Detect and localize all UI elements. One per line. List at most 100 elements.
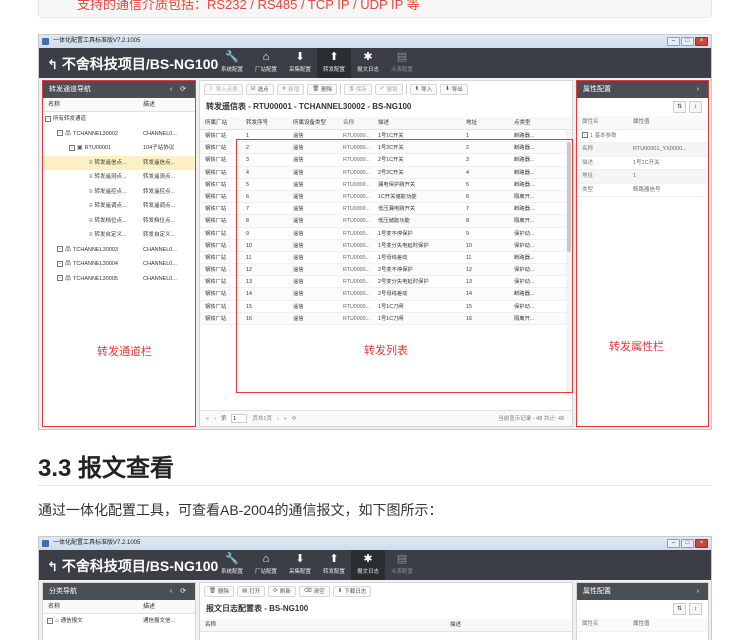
table-row[interactable]: 钢铁厂站 10 遥信 RTU0000... 1号变分失电延时保护 10 保护动... [200,239,572,252]
tree-row[interactable]: - ⌂ 通信报文 通信报文信... [43,614,195,629]
table-row[interactable]: 钢铁厂站 3 遥信 RTU0000... 2号1C开关 3 断路器... [200,154,572,167]
project-title[interactable]: ↰ 不舍科技项目/BS-NG100 [47,54,218,74]
collapse-icon[interactable]: - [69,144,75,151]
column-header[interactable]: 所属厂站 [200,117,241,129]
tree-row[interactable]: ≡ 转发自定义... 转发自定义... [43,228,195,243]
column-header[interactable]: 名称 [200,619,450,631]
tab-collect-config[interactable]: ⬇ 采集配置 [283,48,317,78]
tree-row[interactable]: - 品 TCHANNEL30002 CHANNEL0... [43,127,195,142]
sort-category-icon[interactable]: ⇅ [673,101,686,113]
sort-category-icon[interactable]: ⇅ [673,603,686,615]
table-row[interactable]: 钢铁厂站 8 遥信 RTU0000... 低压储能功能 8 隔离开... [200,215,572,228]
property-group[interactable]: -1 基本参数 [577,130,708,143]
column-header[interactable]: 描述 [450,619,572,631]
property-value[interactable]: 断路器信号 [633,184,708,197]
toolbar-button[interactable]: ▤ 打开 [237,585,266,597]
tab-message-log[interactable]: ✱ 报文日志 [351,48,385,78]
toolbar-button[interactable]: ⇩ 导入点表 [204,83,243,95]
column-header-desc[interactable]: 描述 [143,600,195,613]
close-button[interactable]: × [695,37,708,46]
column-header[interactable]: 所属设备类型 [288,117,340,129]
column-header[interactable]: 描述 [375,117,463,129]
collapse-refresh-icons[interactable]: ‹ ⟳ [170,583,189,600]
toolbar-button[interactable]: ↶ 撤销 [374,83,403,95]
tree-row[interactable]: - ▣ RTU00001 104子站协议 [43,141,195,156]
next-page-button[interactable]: › [277,411,279,426]
collapse-icon[interactable]: - [57,130,63,137]
tree-row[interactable]: - 所有转发通道 [43,112,195,127]
tree-row[interactable]: ≡ 转发遥信点... 转发遥信点... [43,155,195,170]
table-row[interactable]: 钢铁厂站 11 遥信 RTU0000... 1号母线差动 11 断路器... [200,252,572,265]
column-header[interactable]: 转发序号 [241,117,288,129]
collapse-icon[interactable]: - [57,260,63,267]
tab-station-config[interactable]: ⌂ 厂站配置 [249,550,283,580]
table-row[interactable]: 钢铁厂站 6 遥信 RTU0000... 1C开关储能功能 6 隔离开... [200,190,572,204]
tab-point-config[interactable]: ▤ 点表配置 [385,550,419,580]
property-row[interactable]: 名称 RTU00001_YX0000... [577,143,708,157]
maximize-button[interactable]: □ [681,37,694,46]
toolbar-button[interactable]: ⬇ 下载日志 [332,585,372,597]
table-row[interactable]: 钢铁厂站 13 遥信 RTU0000... 2号变分失电延时保护 13 保护动... [200,276,572,289]
table-row[interactable]: 钢铁厂站 4 遥信 RTU0000... 2号2C开关 4 断路器... [200,166,572,179]
tree-row[interactable]: ≡ 转发档位点... 转发档位点... [43,214,195,229]
property-value[interactable]: RTU00001_YX0000... [633,143,708,156]
grid-scrollbar[interactable] [566,130,572,395]
tree-row[interactable]: - 品 TCHANNEL30005 CHANNEL0... [43,272,195,287]
toolbar-button[interactable]: ⬇ 导出 [440,83,468,95]
close-button[interactable]: × [695,539,708,548]
tab-point-config[interactable]: ▤ 点表配置 [385,48,419,78]
tab-station-config[interactable]: ⌂ 厂站配置 [249,48,283,78]
toolbar-button[interactable]: ⬆ 导入 [409,83,438,95]
column-header[interactable]: 名称 [340,117,375,129]
toolbar-button[interactable]: ✚ 新增 [276,83,305,95]
table-row[interactable]: 钢铁厂站 15 遥信 RTU0000... 1号1C刀闸 15 保护动... [200,301,572,313]
tree-row[interactable]: ≡ 转发遥测点... 转发遥测点... [43,170,195,185]
tab-forward-config[interactable]: ⬆ 转发配置 [317,550,351,580]
property-row[interactable]: 地址 1 [577,170,708,184]
table-row[interactable]: 钢铁厂站 12 遥信 RTU0000... 2号变不停保护 12 保护动... [200,264,572,277]
minimize-button[interactable]: – [667,37,680,46]
toolbar-button[interactable]: ⌫ 清空 [298,585,330,597]
tab-system-config[interactable]: 🔧 系统配置 [215,550,249,580]
sort-alpha-icon[interactable]: ↕ [689,101,702,113]
tree-row[interactable]: - 品 TCHANNEL30003 CHANNEL0... [43,243,195,258]
tree-row[interactable]: ≡ 转发遥调点... 转发遥调点... [43,199,195,214]
minimize-button[interactable]: – [667,539,680,548]
project-title[interactable]: ↰ 不舍科技项目/BS-NG100 [47,556,218,576]
maximize-button[interactable]: □ [681,539,694,548]
collapse-icon[interactable]: - [45,115,51,122]
table-row[interactable]: 钢铁厂站 14 遥信 RTU0000... 2号母线差动 14 断路器... [200,288,572,301]
first-page-button[interactable]: « [206,411,209,426]
sort-alpha-icon[interactable]: ↕ [689,603,702,615]
table-row[interactable]: 钢铁厂站 5 遥信 RTU0000... 漏电保护跳开关 5 断路器... [200,179,572,191]
toolbar-button[interactable]: ⟳ 刷新 [268,585,296,597]
tab-system-config[interactable]: 🔧 系统配置 [215,48,249,78]
column-header-name[interactable]: 名称 [43,98,143,111]
expand-icon[interactable]: › [697,81,702,98]
table-row[interactable]: 钢铁厂站 1 遥信 RTU0000... 1号1C开关 1 断路器... [200,130,572,143]
tab-collect-config[interactable]: ⬇ 采集配置 [283,550,317,580]
tree-row[interactable]: ≡ 转发遥控点... 转发遥控点... [43,185,195,200]
property-value[interactable]: 1号1C开关 [633,157,708,170]
expand-icon[interactable]: › [697,583,702,600]
last-page-button[interactable]: » [284,411,287,426]
refresh-icon[interactable]: ⟳ [292,411,297,426]
tab-message-log[interactable]: ✱ 报文日志 [351,550,385,580]
property-row[interactable]: 类型 断路器信号 [577,184,708,197]
toolbar-button[interactable]: 🗑 删除 [204,585,234,597]
table-row[interactable]: 钢铁厂站 9 遥信 RTU0000... 1号变不停保护 9 保护动... [200,228,572,240]
collapse-icon[interactable]: - [57,275,63,282]
column-header[interactable]: 点类型 [511,117,572,129]
toolbar-button[interactable]: ☑ 选点 [245,83,274,95]
property-row[interactable]: 描述 1号1C开关 [577,157,708,170]
table-row[interactable]: 钢铁厂站 16 遥信 RTU0000... 1号1C刀闸 16 隔离开... [200,312,572,325]
column-header[interactable]: 地址 [463,117,511,129]
tree-row[interactable]: - 品 TCHANNEL30004 CHANNEL0... [43,257,195,272]
scrollbar-thumb[interactable] [567,142,571,252]
prev-page-button[interactable]: ‹ [214,411,216,426]
table-row[interactable]: 钢铁厂站 2 遥信 RTU0000... 1号2C开关 2 断路器... [200,142,572,155]
toolbar-button[interactable]: 🖫 保存 [344,83,372,95]
collapse-refresh-icons[interactable]: ‹ ⟳ [170,81,189,98]
toolbar-button[interactable]: 🗑 删除 [307,83,338,95]
column-header-name[interactable]: 名称 [43,600,143,613]
